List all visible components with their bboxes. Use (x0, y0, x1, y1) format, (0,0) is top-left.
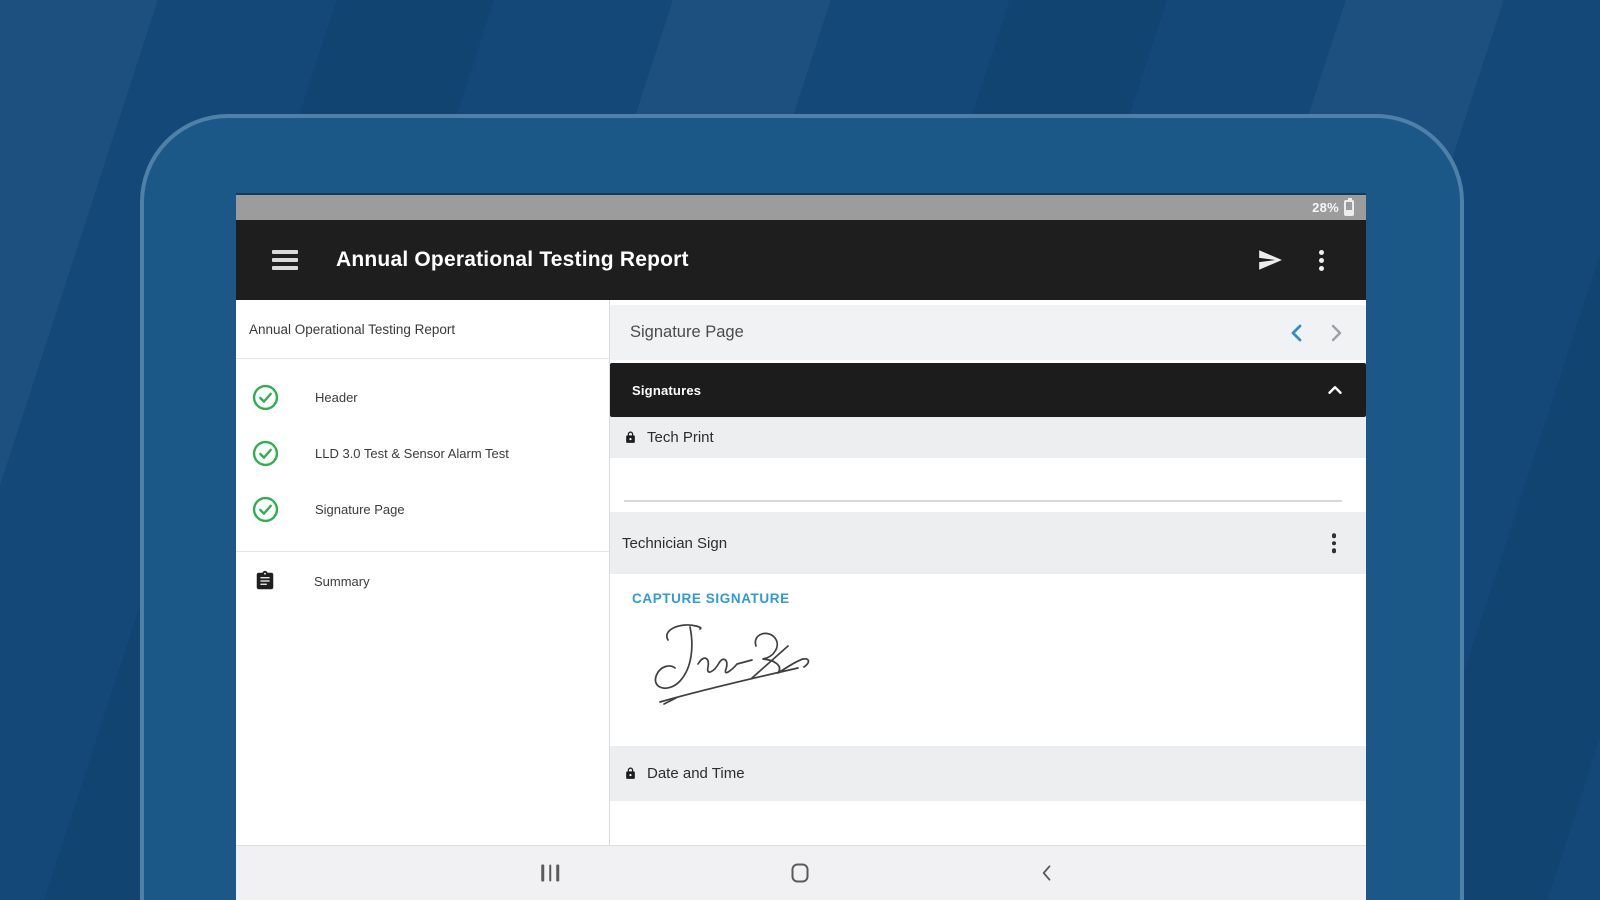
app-bar: Annual Operational Testing Report (236, 220, 1366, 300)
check-circle-icon (252, 440, 279, 466)
sidebar-item-summary[interactable]: Summary (236, 552, 609, 610)
chevron-right-icon[interactable] (1324, 321, 1348, 345)
sidebar-item-header[interactable]: Header (236, 369, 609, 425)
overflow-menu-icon[interactable] (1313, 248, 1330, 273)
signature-area: CAPTURE SIGNATURE (610, 574, 1366, 746)
technician-sign-row: Technician Sign (610, 512, 1366, 574)
date-and-time-row: Date and Time (610, 746, 1366, 801)
tech-print-row: Tech Print (610, 417, 1366, 458)
sidebar-section-list: Header LLD 3.0 Test & Sensor Alarm Test (236, 359, 609, 537)
back-icon[interactable] (1037, 863, 1057, 883)
page-navigation (1286, 321, 1348, 345)
app-bar-actions (1257, 247, 1342, 273)
check-circle-icon (252, 496, 279, 522)
input-underline (624, 500, 1342, 502)
content-filler (610, 801, 1366, 845)
kebab-menu-icon[interactable] (1326, 531, 1343, 555)
lock-icon (626, 767, 635, 779)
menu-icon[interactable] (272, 247, 298, 273)
capture-signature-button[interactable]: CAPTURE SIGNATURE (632, 591, 790, 606)
lock-icon (626, 431, 635, 443)
home-icon[interactable] (791, 863, 809, 883)
sidebar-item-signature-page[interactable]: Signature Page (236, 481, 609, 537)
content-panel: Signature Page Signatures Tech Print Tec… (610, 300, 1366, 845)
sidebar-item-lld-test[interactable]: LLD 3.0 Test & Sensor Alarm Test (236, 425, 609, 481)
send-icon[interactable] (1257, 247, 1283, 273)
promo-background: 28% Annual Operational Testing Report An… (0, 0, 1600, 900)
signature-image (640, 610, 1366, 715)
sidebar-item-label: Signature Page (315, 501, 405, 517)
app-body: Annual Operational Testing Report Header (236, 300, 1366, 845)
clipboard-icon (256, 570, 274, 590)
battery-icon (1344, 197, 1354, 216)
date-and-time-label: Date and Time (647, 765, 745, 782)
sidebar-item-label: Summary (314, 573, 370, 589)
tablet-screen: 28% Annual Operational Testing Report An… (236, 193, 1366, 900)
page-title: Signature Page (630, 323, 744, 341)
tech-print-label: Tech Print (647, 429, 714, 446)
app-title: Annual Operational Testing Report (336, 248, 689, 271)
sidebar-item-label: Header (315, 389, 358, 405)
recents-icon[interactable] (541, 864, 559, 882)
android-nav-bar (236, 845, 1366, 900)
battery-percent: 28% (1312, 200, 1339, 215)
tech-print-input[interactable] (610, 458, 1366, 512)
sidebar: Annual Operational Testing Report Header (236, 300, 610, 845)
page-header: Signature Page (610, 305, 1366, 360)
technician-sign-label: Technician Sign (622, 534, 728, 552)
status-bar: 28% (236, 195, 1366, 220)
chevron-up-icon[interactable] (1324, 379, 1346, 401)
check-circle-icon (252, 384, 279, 410)
sidebar-item-label: LLD 3.0 Test & Sensor Alarm Test (315, 445, 509, 461)
sidebar-report-title: Annual Operational Testing Report (249, 321, 456, 337)
chevron-left-icon[interactable] (1286, 321, 1310, 345)
signatures-section-header[interactable]: Signatures (610, 363, 1366, 417)
battery-fill (1346, 210, 1352, 214)
section-title: Signatures (632, 382, 702, 398)
